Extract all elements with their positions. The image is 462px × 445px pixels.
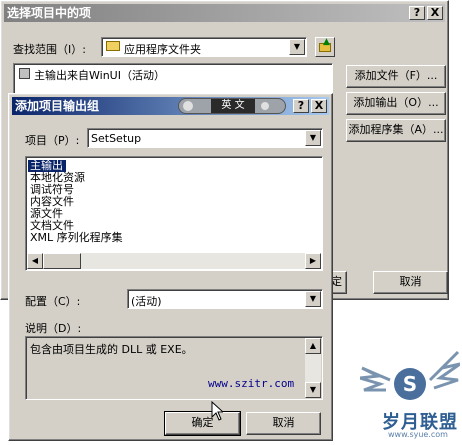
output-groups-list[interactable]: 主输出 本地化资源 调试符号 内容文件 源文件 文档文件 XML 序列化程序集 … xyxy=(25,156,323,271)
lookin-value: 应用程序文件夹 xyxy=(124,43,201,56)
lookin-combo[interactable]: 应用程序文件夹 ▼ xyxy=(101,37,307,57)
site-logo: S 岁月联盟 www.syue.com xyxy=(360,338,460,444)
cancel-button[interactable]: 取消 xyxy=(246,412,321,435)
scroll-down-icon[interactable]: ▼ xyxy=(305,382,321,398)
add-output-title-bar: 添加项目输出组 英 文 ? X xyxy=(12,97,329,115)
cancel-button[interactable]: 取消 xyxy=(373,271,448,294)
ime-label: 英 文 xyxy=(211,99,255,113)
list-item[interactable]: XML 序列化程序集 xyxy=(28,232,123,244)
horizontal-scrollbar[interactable]: ◀ ▶ xyxy=(27,253,321,269)
add-assembly-button[interactable]: 添加程序集（A）... xyxy=(346,119,446,142)
chevron-down-icon[interactable]: ▼ xyxy=(305,291,321,307)
close-button[interactable]: X xyxy=(311,99,327,113)
scroll-up-icon[interactable]: ▲ xyxy=(305,338,321,354)
add-output-button[interactable]: 添加输出（O）... xyxy=(346,92,446,115)
up-folder-button[interactable]: ▲ xyxy=(315,37,335,57)
description-text: 包含由项目生成的 DLL 或 EXE。 xyxy=(30,343,193,356)
add-project-output-dialog: 添加项目输出组 英 文 ? X 项目（P）: SetSetup ▼ 主输出 本地… xyxy=(8,93,333,441)
up-arrow-icon: ▲ xyxy=(323,37,330,47)
description-box: 包含由项目生成的 DLL 或 EXE。 www.szitr.com ▲ ▼ xyxy=(25,336,323,400)
watermark-url: www.szitr.com xyxy=(208,377,295,390)
svg-text:S: S xyxy=(403,372,417,396)
scroll-right-icon[interactable]: ▶ xyxy=(305,253,321,269)
output-icon xyxy=(19,68,30,79)
config-label: 配置（C）: xyxy=(25,295,81,308)
scroll-left-icon[interactable]: ◀ xyxy=(27,253,43,269)
logo-url: www.syue.com xyxy=(388,430,448,439)
add-file-button[interactable]: 添加文件（F）... xyxy=(346,65,446,88)
project-label: 项目（P）: xyxy=(25,134,80,147)
project-combo[interactable]: SetSetup ▼ xyxy=(87,128,323,148)
lookin-label: 查找范围（I）: xyxy=(13,43,86,56)
chevron-down-icon[interactable]: ▼ xyxy=(289,39,305,55)
config-combo[interactable]: (活动) ▼ xyxy=(127,289,323,309)
output-list: 主输出 本地化资源 调试符号 内容文件 源文件 文档文件 XML 序列化程序集 xyxy=(28,159,123,244)
description-label: 说明（D）: xyxy=(25,322,82,335)
folder-icon xyxy=(106,41,120,51)
help-button[interactable]: ? xyxy=(293,99,309,113)
add-output-title: 添加项目输出组 xyxy=(15,99,100,113)
list-item[interactable]: 主输出来自WinUI（活动） xyxy=(34,67,165,83)
wings-logo-icon: S xyxy=(360,350,460,400)
ime-toolbar[interactable]: 英 文 xyxy=(178,98,286,114)
select-items-title-bar: 选择项目中的项 ? X xyxy=(4,4,445,22)
config-value: (活动) xyxy=(131,295,162,308)
mouse-cursor-icon xyxy=(211,401,223,421)
select-items-title: 选择项目中的项 xyxy=(7,6,92,20)
ime-punct-icon xyxy=(261,102,269,110)
project-value: SetSetup xyxy=(91,132,142,145)
chevron-down-icon[interactable]: ▼ xyxy=(305,130,321,146)
ime-mode-icon xyxy=(183,101,193,111)
scroll-thumb[interactable] xyxy=(43,253,81,269)
ok-button[interactable]: 确定 xyxy=(164,411,241,436)
help-button[interactable]: ? xyxy=(409,6,425,20)
vertical-scrollbar[interactable]: ▲ ▼ xyxy=(305,338,321,398)
close-button[interactable]: X xyxy=(427,6,443,20)
